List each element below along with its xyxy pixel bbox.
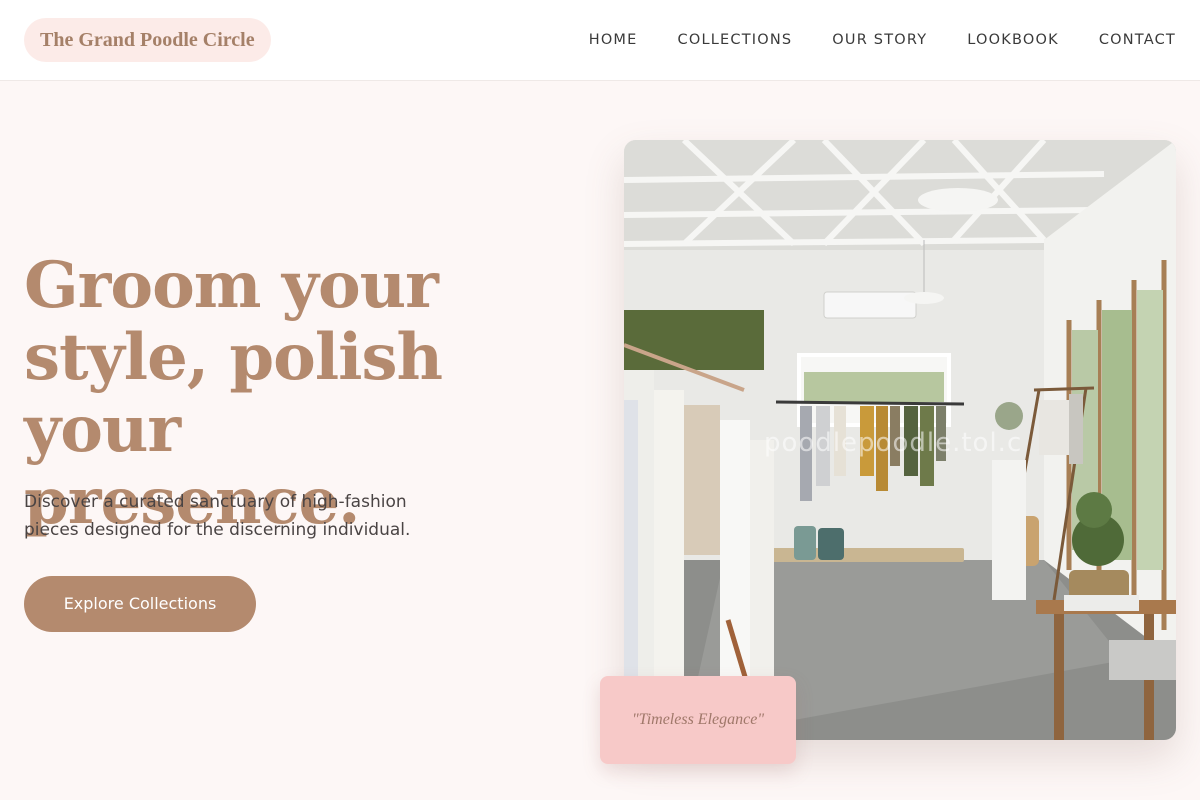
brand-logo[interactable]: The Grand Poodle Circle — [24, 18, 271, 62]
site-header: The Grand Poodle Circle HOME COLLECTIONS… — [0, 0, 1200, 81]
timeless-elegance-badge: "Timeless Elegance" — [600, 676, 796, 764]
hero-subtitle: Discover a curated sanctuary of high-fas… — [24, 488, 484, 544]
hero-subtitle-line: pieces designed for the discerning indiv… — [24, 520, 411, 540]
hero-headline-line: style, polish your — [24, 320, 443, 467]
photo-watermark: poodlepoodle.tol.c — [764, 428, 1023, 458]
nav-item-home[interactable]: HOME — [589, 32, 638, 48]
nav-item-collections[interactable]: COLLECTIONS — [678, 32, 793, 48]
hero-subtitle-line: Discover a curated sanctuary of high-fas… — [24, 492, 407, 512]
boutique-photo: poodlepoodle.tol.c — [624, 140, 1176, 740]
nav-item-contact[interactable]: CONTACT — [1099, 32, 1176, 48]
explore-collections-button[interactable]: Explore Collections — [24, 576, 256, 632]
nav-item-our-story[interactable]: OUR STORY — [832, 32, 927, 48]
main-nav: HOME COLLECTIONS OUR STORY LOOKBOOK CONT… — [589, 0, 1176, 80]
hero-headline-line: Groom your — [24, 248, 439, 323]
nav-item-lookbook[interactable]: LOOKBOOK — [967, 32, 1059, 48]
